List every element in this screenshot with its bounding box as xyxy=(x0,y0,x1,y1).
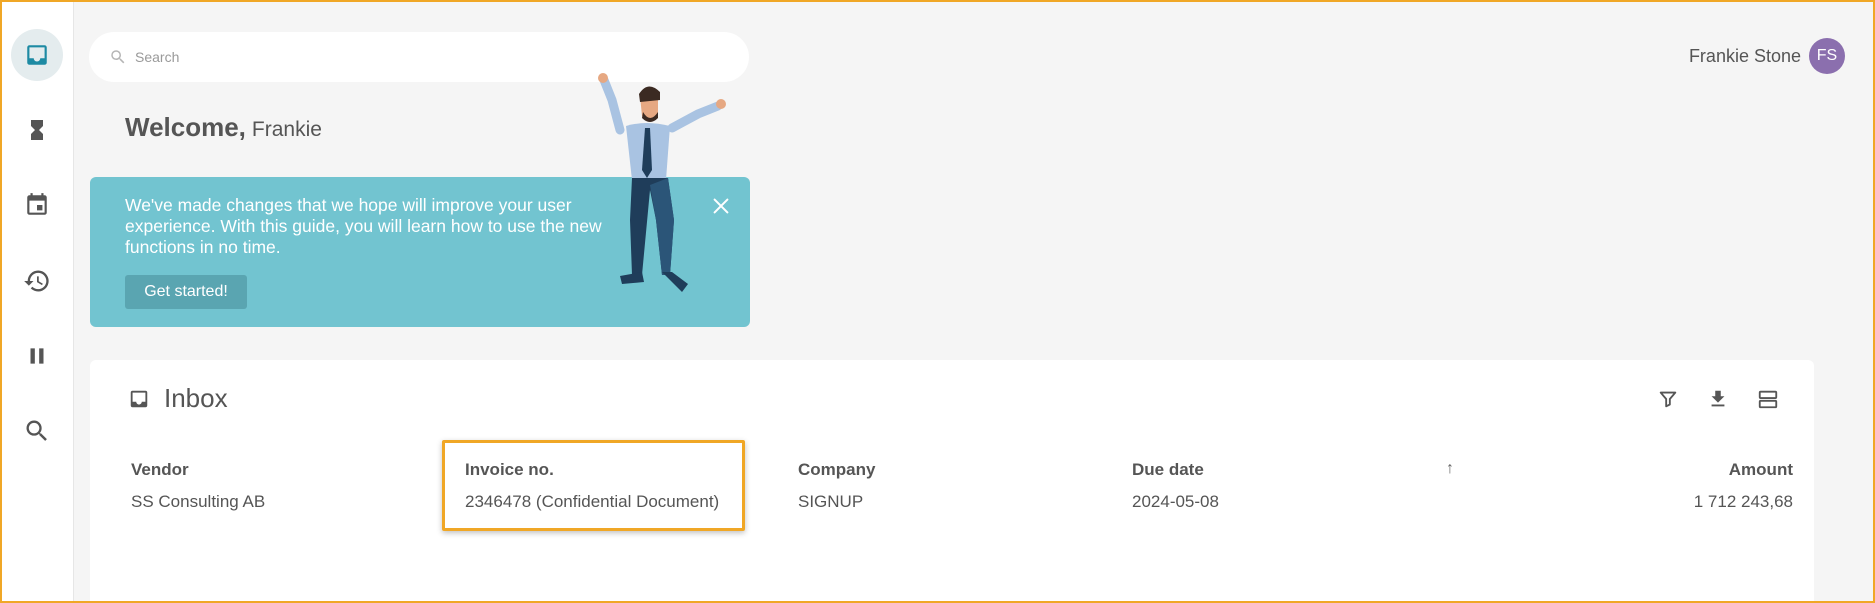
inbox-header: Inbox xyxy=(128,383,228,414)
download-icon xyxy=(1711,390,1725,407)
sort-ascending-icon[interactable]: ↑ xyxy=(1446,460,1454,478)
column-header-vendor[interactable]: Vendor xyxy=(131,460,189,480)
inbox-icon xyxy=(130,390,148,407)
sidebar xyxy=(0,0,74,603)
filter-button[interactable] xyxy=(1654,385,1682,413)
welcome-heading: Welcome, Frankie xyxy=(125,112,322,143)
banner-message: We've made changes that we hope will imp… xyxy=(125,195,602,257)
search-icon xyxy=(111,50,125,64)
calendar-icon xyxy=(27,193,47,215)
history-icon xyxy=(24,270,49,292)
user-menu[interactable]: Frankie Stone FS xyxy=(1689,38,1845,74)
search-icon xyxy=(26,420,47,441)
user-name: Frankie Stone xyxy=(1688,45,1801,66)
sidebar-item-calendar[interactable] xyxy=(11,179,63,231)
sidebar-item-inbox[interactable] xyxy=(11,29,63,81)
welcome-greeting: Welcome, xyxy=(125,112,246,142)
cell-vendor: SS Consulting AB xyxy=(131,492,266,511)
welcome-name: Frankie xyxy=(251,118,322,141)
hourglass-icon xyxy=(31,120,43,140)
download-button[interactable] xyxy=(1704,385,1732,413)
avatar[interactable]: FS xyxy=(1809,38,1845,74)
celebrating-man-illustration xyxy=(598,73,726,292)
invoice-highlight-box xyxy=(442,440,745,531)
view-toggle-button[interactable] xyxy=(1754,385,1782,413)
column-header-amount[interactable]: Amount xyxy=(1729,460,1793,480)
view-toggle-icon xyxy=(1758,390,1778,409)
filter-icon xyxy=(1659,391,1677,408)
inbox-card: Inbox Vendor Invoice no. Company Due dat… xyxy=(90,360,1814,603)
sidebar-item-pending[interactable] xyxy=(11,104,63,156)
column-header-due-date[interactable]: Due date xyxy=(1132,460,1204,480)
pause-icon xyxy=(30,348,44,364)
sidebar-item-paused[interactable] xyxy=(11,330,63,382)
sidebar-item-search[interactable] xyxy=(11,405,63,457)
sidebar-item-history[interactable] xyxy=(11,255,63,307)
cell-due-date: 2024-05-08 xyxy=(1132,492,1219,511)
search-input[interactable] xyxy=(133,48,697,66)
column-header-company[interactable]: Company xyxy=(798,460,875,480)
cell-amount: 1 712 243,68 xyxy=(1693,492,1793,511)
cell-company: SIGNUP xyxy=(798,492,864,511)
get-started-button[interactable]: Get started! xyxy=(125,275,247,309)
inbox-icon xyxy=(27,45,47,65)
inbox-title: Inbox xyxy=(164,383,228,413)
